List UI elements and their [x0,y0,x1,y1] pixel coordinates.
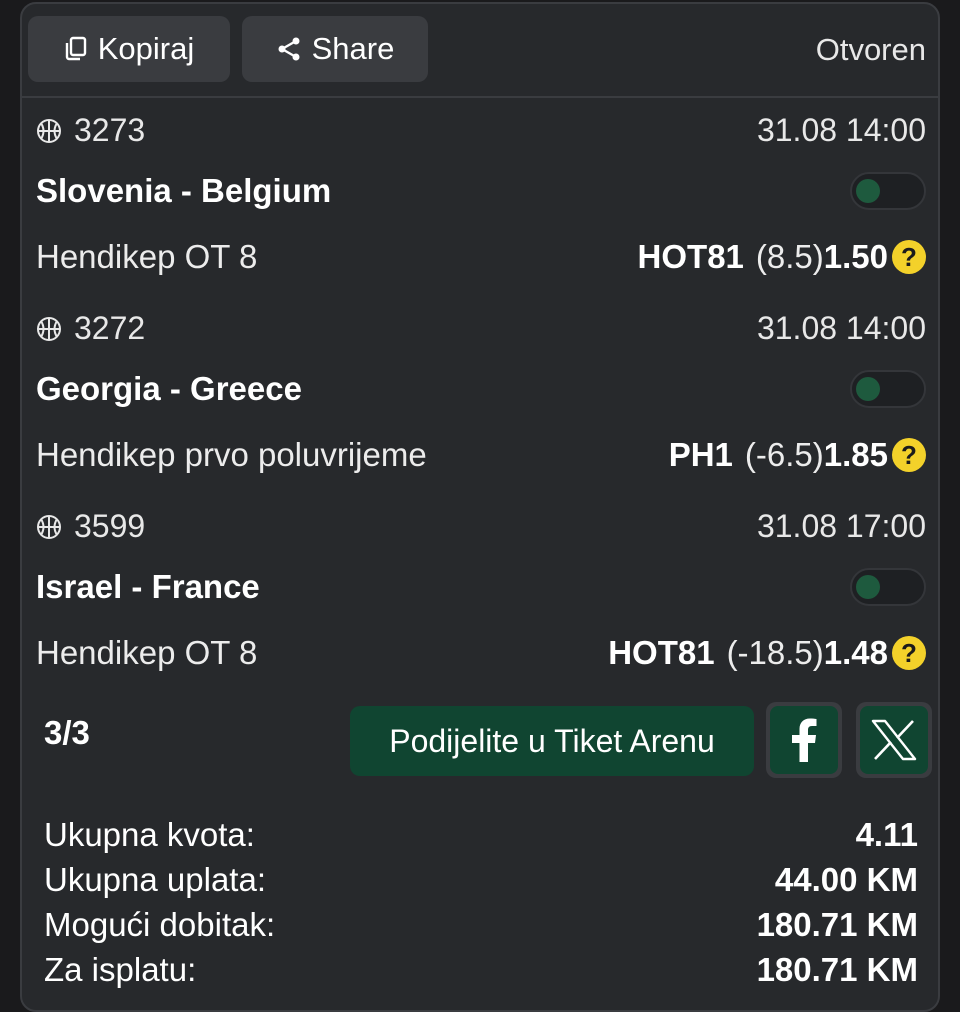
ticket-status: Otvoren [815,32,926,67]
summary-value: 44.00 KM [774,861,918,898]
facebook-icon [792,718,817,762]
help-icon[interactable]: ? [892,636,926,670]
match-teams: Israel - France [36,568,260,605]
bet-odd: 1.48 [823,634,888,671]
summary-total-odds: Ukupna kvota: 4.11 [44,816,918,854]
match-header: 3273 31.08 14:00 [36,112,926,149]
tiket-arena-label: Podijelite u Tiket Arenu [389,722,715,759]
match-teams-row: Georgia - Greece [36,370,926,408]
copy-button[interactable]: Kopiraj [28,16,230,82]
facebook-button-inner [770,706,838,774]
match-datetime: 31.08 17:00 [756,508,926,544]
bet-pick: HOT81 (-18.5) 1.48 ? [608,634,926,672]
bet-tip: HOT81 [637,238,744,275]
match-bet-row: Hendikep prvo poluvrijeme PH1 (-6.5) 1.8… [36,436,926,474]
bet-tip: PH1 [668,436,733,473]
match-bet-row: Hendikep OT 8 HOT81 (-18.5) 1.48 ? [36,634,926,672]
match-toggle[interactable] [850,172,926,210]
x-share-button[interactable] [856,702,932,778]
summary-label: Ukupna kvota: [44,816,255,853]
summary-label: Mogući dobitak: [44,906,276,943]
match-code: 3599 [36,508,145,545]
share-icon [278,37,300,61]
summary-payout: Za isplatu: 180.71 KM [44,951,918,989]
bet-odd: 1.50 [823,238,888,275]
summary-label: Ukupna uplata: [44,861,266,898]
bet-pick: PH1 (-6.5) 1.85 ? [669,436,926,474]
basketball-icon [37,316,61,341]
copy-icon [65,36,86,61]
basketball-icon [37,514,61,539]
match-datetime: 31.08 14:00 [756,112,926,148]
match-header: 3272 31.08 14:00 [36,310,926,347]
x-icon [871,719,917,761]
bet-line: (-6.5) [744,436,824,473]
match-datetime: 31.08 14:00 [756,310,926,346]
basketball-icon [37,118,61,143]
toggle-knob [856,377,880,401]
match-teams: Georgia - Greece [36,370,302,407]
toggle-knob [856,575,880,599]
help-icon[interactable]: ? [892,240,926,274]
facebook-share-button[interactable] [766,702,842,778]
match-header: 3599 31.08 17:00 [36,508,926,545]
share-button[interactable]: Share [242,16,428,82]
bet-pick: HOT81 (8.5) 1.50 ? [638,238,926,276]
match-code-number: 3599 [74,508,146,544]
ticket-toolbar: Kopiraj Share Otvoren [22,4,938,98]
help-icon[interactable]: ? [892,438,926,472]
match-code-number: 3272 [74,310,146,346]
summary-label: Za isplatu: [44,951,197,988]
match-count: 3/3 [44,714,90,751]
match-teams-row: Slovenia - Belgium [36,172,926,210]
match-code: 3272 [36,310,145,347]
summary-value: 4.11 [855,816,918,853]
summary-possible-win: Mogući dobitak: 180.71 KM [44,906,918,944]
bet-tip: HOT81 [608,634,715,671]
market-name: Hendikep OT 8 [36,634,258,671]
copy-button-label: Kopiraj [97,31,195,66]
summary-value: 180.71 KM [756,951,918,988]
market-name: Hendikep prvo poluvrijeme [36,436,427,473]
bet-line: (-18.5) [726,634,824,671]
summary-stake: Ukupna uplata: 44.00 KM [44,861,918,899]
match-bet-row: Hendikep OT 8 HOT81 (8.5) 1.50 ? [36,238,926,276]
summary-value: 180.71 KM [756,906,918,943]
tiket-arena-share-button[interactable]: Podijelite u Tiket Arenu [350,706,754,776]
bet-line: (8.5) [755,238,824,275]
match-teams: Slovenia - Belgium [36,172,332,209]
share-button-label: Share [311,31,395,66]
match-code-number: 3273 [74,112,146,148]
match-teams-row: Israel - France [36,568,926,606]
x-button-inner [860,706,928,774]
bet-odd: 1.85 [823,436,888,473]
ticket-card: Kopiraj Share Otvoren 3273 31.08 14:00 S… [20,2,940,1012]
toggle-knob [856,179,880,203]
match-code: 3273 [36,112,145,149]
market-name: Hendikep OT 8 [36,238,258,275]
match-toggle[interactable] [850,568,926,606]
match-toggle[interactable] [850,370,926,408]
